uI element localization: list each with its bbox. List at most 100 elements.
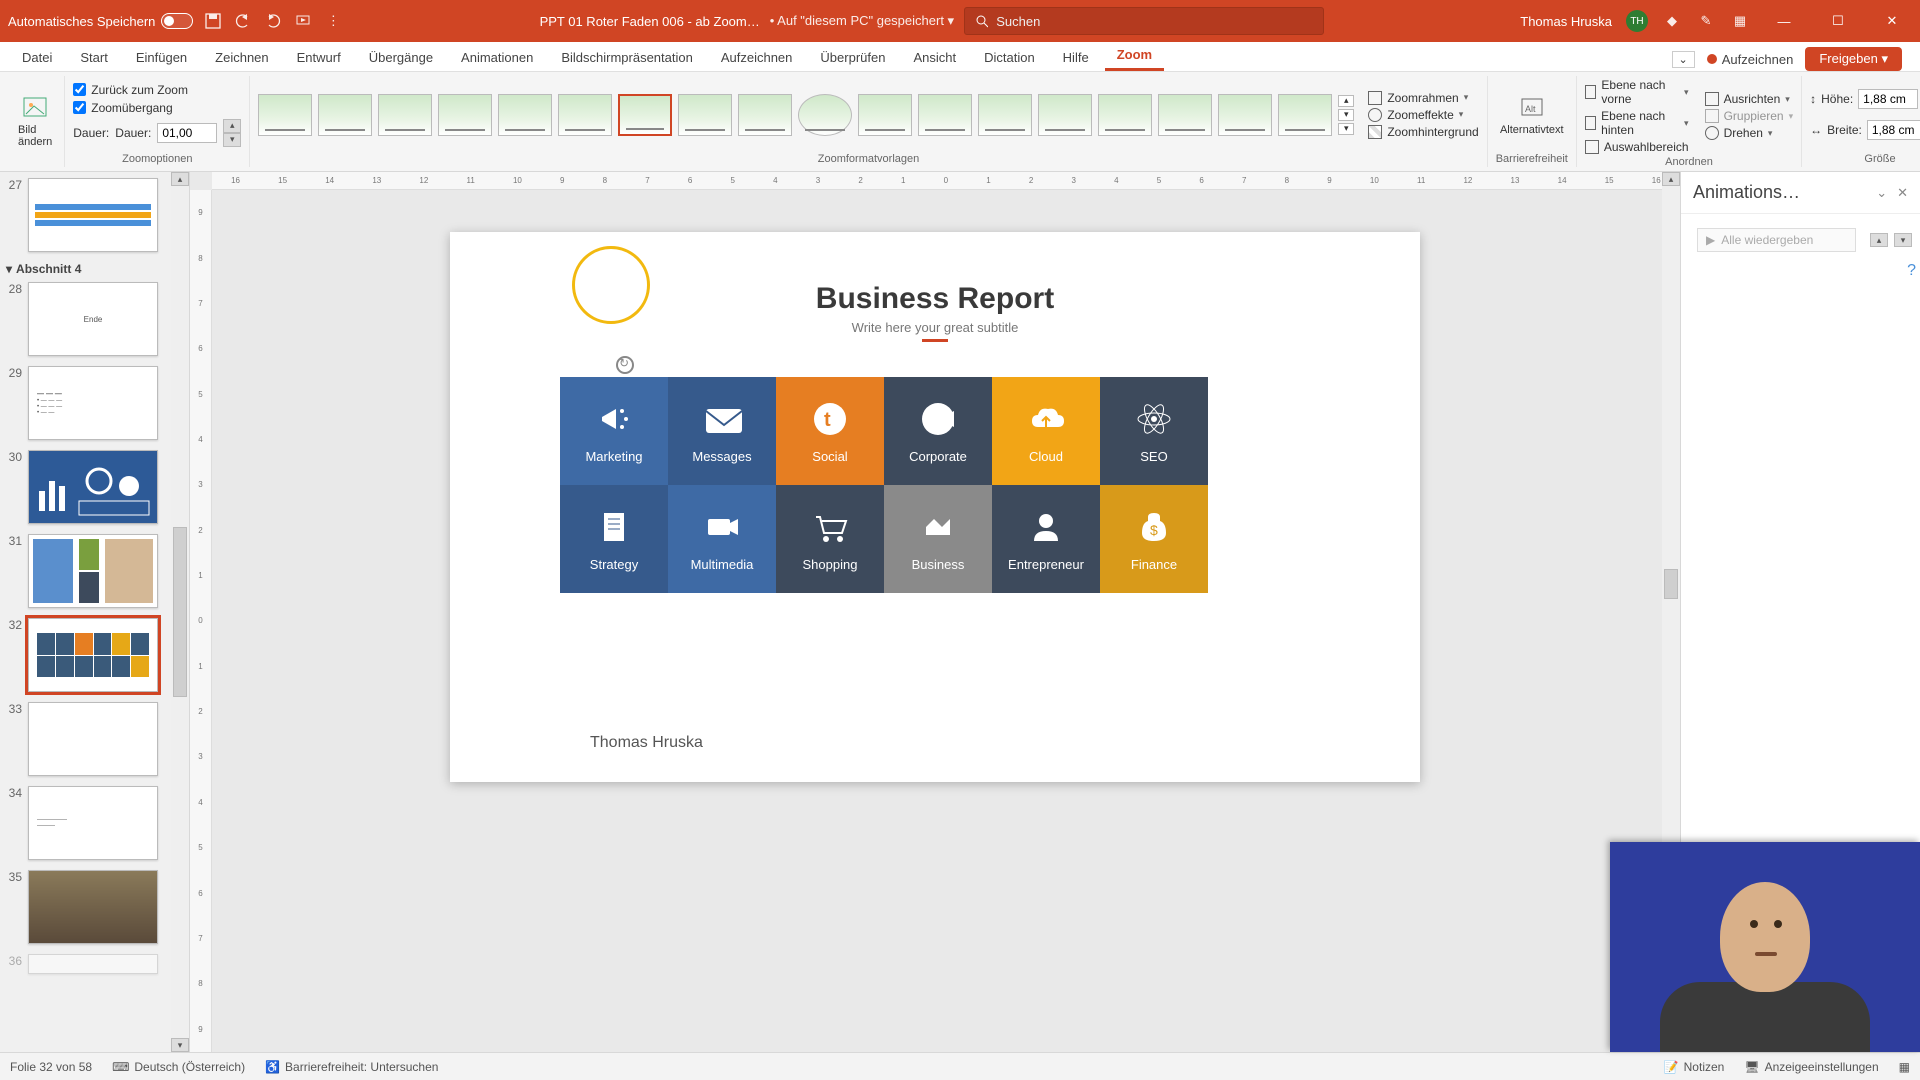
style-thumb[interactable]	[678, 94, 732, 136]
height-input[interactable]	[1858, 89, 1918, 109]
ribbon-tab-zoom[interactable]: Zoom	[1105, 41, 1164, 71]
minimize-button[interactable]: —	[1764, 0, 1804, 42]
user-avatar[interactable]: TH	[1626, 10, 1648, 32]
slide-thumb-img[interactable]	[28, 450, 158, 524]
rotate-dropdown[interactable]: Drehen	[1705, 126, 1794, 140]
slide-thumbnail[interactable]: 29 — — —• — — —• — — —• — —	[4, 366, 185, 440]
style-thumb-selected[interactable]	[618, 94, 672, 136]
save-icon[interactable]	[203, 11, 223, 31]
selection-pane-button[interactable]: Auswahlbereich	[1585, 140, 1689, 154]
slide-editor[interactable]: 1615141312111098765432101234567891011121…	[190, 172, 1680, 1052]
anim-up[interactable]: ▴	[1870, 233, 1888, 247]
slide-thumb-img[interactable]: — — —• — — —• — — —• — —	[28, 366, 158, 440]
style-thumb[interactable]	[318, 94, 372, 136]
draw-icon[interactable]: ✎	[1696, 11, 1716, 31]
toggle-switch-icon[interactable]	[161, 13, 193, 29]
tile-marketing[interactable]: Marketing	[560, 377, 668, 485]
document-title[interactable]: PPT 01 Roter Faden 006 - ab Zoom…	[540, 14, 760, 29]
record-button[interactable]: Aufzeichnen	[1707, 52, 1794, 67]
scroll-down[interactable]: ▾	[171, 1038, 189, 1052]
tile-cloud[interactable]: Cloud	[992, 377, 1100, 485]
style-thumb[interactable]	[498, 94, 552, 136]
tile-messages[interactable]: Messages	[668, 377, 776, 485]
ribbon-tab-dictation[interactable]: Dictation	[972, 44, 1047, 71]
notes-button[interactable]: 📝Notizen	[1664, 1060, 1725, 1074]
slide-thumb-img[interactable]	[28, 534, 158, 608]
zoom-effects-dropdown[interactable]: Zoomeffekte	[1368, 108, 1478, 122]
style-thumb[interactable]	[918, 94, 972, 136]
slide-thumb-img[interactable]	[28, 618, 158, 692]
close-button[interactable]: ✕	[1872, 0, 1912, 42]
pane-close-icon[interactable]: ✕	[1897, 185, 1908, 201]
slide-thumb-img[interactable]	[28, 870, 158, 944]
style-thumb[interactable]	[978, 94, 1032, 136]
slide-subtitle[interactable]: Write here your great subtitle	[450, 320, 1420, 342]
section-header[interactable]: ▾ Abschnitt 4	[6, 262, 183, 276]
scroll-up[interactable]: ▴	[171, 172, 189, 186]
duration-down[interactable]: ▾	[223, 133, 241, 147]
undo-icon[interactable]	[233, 11, 253, 31]
ribbon-tab-start[interactable]: Start	[68, 44, 119, 71]
slide-thumbnail[interactable]: 33	[4, 702, 185, 776]
slide-thumbnail[interactable]: 31	[4, 534, 185, 608]
duration-input[interactable]	[157, 123, 217, 143]
tile-entrepreneur[interactable]: Entrepreneur	[992, 485, 1100, 593]
saved-location[interactable]: • Auf "diesem PC" gespeichert ▾	[770, 13, 954, 29]
help-icon[interactable]: ?	[1907, 262, 1916, 280]
duration-up[interactable]: ▴	[223, 119, 241, 133]
style-thumb[interactable]	[1158, 94, 1212, 136]
tile-seo[interactable]: SEO	[1100, 377, 1208, 485]
ribbon-tab-bildschirmpräsentation[interactable]: Bildschirmpräsentation	[549, 44, 705, 71]
gallery-more[interactable]: ▾	[1338, 123, 1354, 135]
slide-canvas[interactable]: Business Report Write here your great su…	[450, 232, 1420, 782]
style-thumb[interactable]	[798, 94, 852, 136]
gallery-down[interactable]: ▾	[1338, 109, 1354, 121]
anim-down[interactable]: ▾	[1894, 233, 1912, 247]
maximize-button[interactable]: ☐	[1818, 0, 1858, 42]
slide-thumbnail-panel[interactable]: 27 ▾ Abschnitt 428 Ende29 — — —• — — —• …	[0, 172, 190, 1052]
display-settings-button[interactable]: 🖥Anzeigeeinstellungen	[1744, 1060, 1878, 1074]
style-thumb[interactable]	[1038, 94, 1092, 136]
style-thumb[interactable]	[438, 94, 492, 136]
tile-multimedia[interactable]: Multimedia	[668, 485, 776, 593]
tile-shopping[interactable]: Shopping	[776, 485, 884, 593]
editor-scroll-thumb[interactable]	[1664, 569, 1678, 599]
slide-thumbnail[interactable]: 35	[4, 870, 185, 944]
editor-scroll-up[interactable]: ▴	[1662, 172, 1680, 186]
user-name[interactable]: Thomas Hruska	[1520, 14, 1612, 29]
send-backward-dropdown[interactable]: Ebene nach hinten	[1585, 109, 1689, 137]
tile-corporate[interactable]: Corporate	[884, 377, 992, 485]
slide-thumb-img[interactable]: ————————	[28, 786, 158, 860]
ribbon-tab-animationen[interactable]: Animationen	[449, 44, 545, 71]
style-gallery[interactable]	[258, 94, 1332, 136]
selection-ring[interactable]	[572, 246, 650, 324]
slide-count[interactable]: Folie 32 von 58	[10, 1060, 92, 1074]
tile-social[interactable]: t Social	[776, 377, 884, 485]
ribbon-tab-einfügen[interactable]: Einfügen	[124, 44, 199, 71]
search-box[interactable]	[964, 7, 1324, 35]
style-thumb[interactable]	[378, 94, 432, 136]
slide-thumb-img[interactable]	[28, 178, 158, 252]
return-to-zoom-checkbox[interactable]: Zurück zum Zoom	[73, 83, 241, 97]
collapse-section-icon[interactable]: ▾	[6, 262, 12, 276]
view-normal-icon[interactable]: ▦	[1899, 1060, 1910, 1074]
pane-collapse-icon[interactable]: ⌄	[1876, 185, 1887, 201]
thumbnail-scrollbar[interactable]: ▴ ▾	[171, 172, 189, 1052]
collapse-ribbon-icon[interactable]: ⌄	[1672, 51, 1695, 68]
style-thumb[interactable]	[1098, 94, 1152, 136]
scroll-thumb[interactable]	[173, 527, 187, 697]
play-all-button[interactable]: ▶ Alle wiedergeben	[1697, 228, 1856, 252]
ribbon-tab-entwurf[interactable]: Entwurf	[285, 44, 353, 71]
tile-strategy[interactable]: Strategy	[560, 485, 668, 593]
redo-icon[interactable]	[263, 11, 283, 31]
slide-thumbnail[interactable]: 36	[4, 954, 185, 974]
window-layout-icon[interactable]: ▦	[1730, 11, 1750, 31]
slide-thumbnail[interactable]: 28 Ende	[4, 282, 185, 356]
style-thumb[interactable]	[1278, 94, 1332, 136]
share-button[interactable]: Freigeben ▾	[1805, 47, 1902, 71]
tile-business[interactable]: Business	[884, 485, 992, 593]
alt-text-button[interactable]: Alt Alternativtext	[1496, 91, 1568, 138]
zoom-frame-dropdown[interactable]: Zoomrahmen	[1368, 91, 1478, 105]
width-input[interactable]	[1867, 120, 1920, 140]
slide-thumb-img[interactable]	[28, 702, 158, 776]
